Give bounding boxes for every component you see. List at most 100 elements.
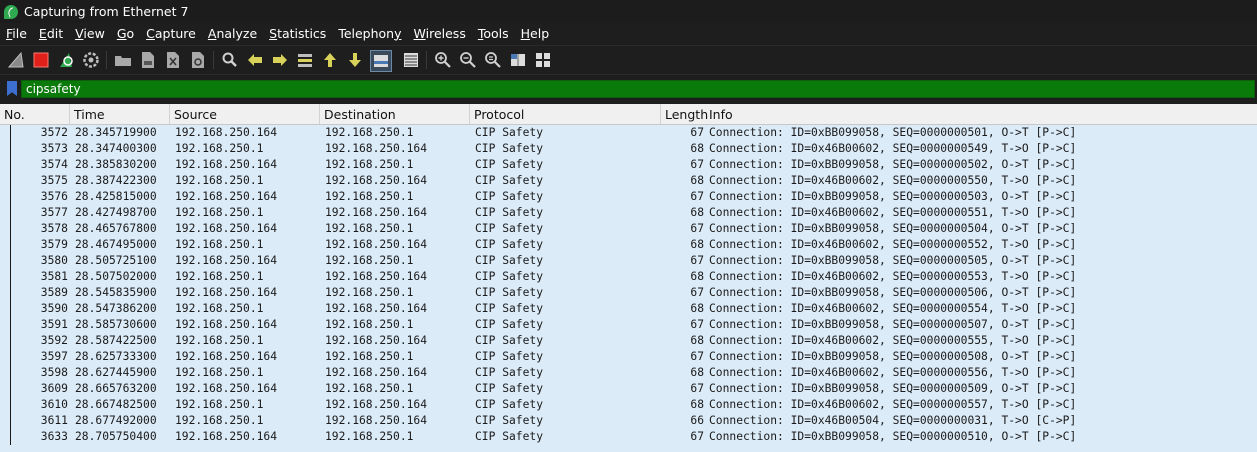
menu-go[interactable]: Go <box>111 26 140 41</box>
normal-size-icon[interactable] <box>483 50 503 70</box>
cell-length: 68 <box>690 142 704 155</box>
related-packet-marker <box>10 221 11 237</box>
menu-edit[interactable]: Edit <box>33 26 69 41</box>
column-header-info[interactable]: Info <box>705 104 1257 124</box>
cell-info: Connection: ID=0x46B00504, SEQ=000000003… <box>709 414 1077 427</box>
table-row[interactable]: 3580 28.505725100 192.168.250.164 192.168.2… <box>0 253 1257 269</box>
column-header-destination[interactable]: Destination <box>320 104 470 124</box>
table-row[interactable]: 3633 28.705750400 192.168.250.164 192.168.2… <box>0 429 1257 445</box>
cell-length: 67 <box>690 318 704 331</box>
cell-length: 67 <box>690 222 704 235</box>
cell-time: 28.427498700 <box>75 206 157 219</box>
cell-info: Connection: ID=0x46B00602, SEQ=000000055… <box>709 366 1077 379</box>
column-header-source[interactable]: Source <box>170 104 320 124</box>
menu-wireless[interactable]: Wireless <box>408 26 472 41</box>
table-row[interactable]: 3591 28.585730600 192.168.250.164 192.168.2… <box>0 317 1257 333</box>
cell-no: 3576 <box>40 190 68 203</box>
table-row[interactable]: 3575 28.387422300 192.168.250.1 192.168.250… <box>0 173 1257 189</box>
cell-destination: 192.168.250.1 <box>325 286 414 299</box>
table-row[interactable]: 3590 28.547386200 192.168.250.1 192.168.250… <box>0 301 1257 317</box>
menu-statistics[interactable]: Statistics <box>263 26 332 41</box>
menu-file[interactable]: File <box>0 26 33 41</box>
go-to-packet-icon[interactable] <box>295 50 315 70</box>
display-filter-input[interactable] <box>21 80 1255 98</box>
open-folder-icon[interactable] <box>113 50 133 70</box>
cell-protocol: CIP Safety <box>475 318 544 331</box>
cell-no: 3574 <box>40 158 68 171</box>
cell-destination: 192.168.250.164 <box>325 206 428 219</box>
cell-time: 28.625733300 <box>75 350 157 363</box>
cell-no: 3577 <box>40 206 68 219</box>
colorize-icon[interactable] <box>401 50 421 70</box>
table-row[interactable]: 3578 28.465767800 192.168.250.164 192.168.2… <box>0 221 1257 237</box>
related-packet-marker <box>10 285 11 301</box>
cell-protocol: CIP Safety <box>475 254 544 267</box>
cell-destination: 192.168.250.1 <box>325 158 414 171</box>
table-row[interactable]: 3579 28.467495000 192.168.250.1 192.168.250… <box>0 237 1257 253</box>
cell-no: 3572 <box>40 126 68 139</box>
go-back-arrow-icon[interactable] <box>245 50 265 70</box>
cell-info: Connection: ID=0x46B00602, SEQ=000000055… <box>709 334 1077 347</box>
close-file-icon[interactable] <box>163 50 183 70</box>
table-row[interactable]: 3581 28.507502000 192.168.250.1 192.168.250… <box>0 269 1257 285</box>
table-row[interactable]: 3574 28.385830200 192.168.250.164 192.168.2… <box>0 157 1257 173</box>
table-row[interactable]: 3611 28.677492000 192.168.250.1 192.168.250… <box>0 413 1257 429</box>
zoom-in-icon[interactable] <box>433 50 453 70</box>
cell-info: Connection: ID=0x46B00602, SEQ=000000054… <box>709 142 1077 155</box>
table-row[interactable]: 3589 28.545835900 192.168.250.164 192.168.2… <box>0 285 1257 301</box>
table-row[interactable]: 3610 28.667482500 192.168.250.1 192.168.250… <box>0 397 1257 413</box>
table-row[interactable]: 3576 28.425815000 192.168.250.164 192.168.2… <box>0 189 1257 205</box>
go-to-last-packet-icon[interactable] <box>345 50 365 70</box>
menu-capture[interactable]: Capture <box>140 26 202 41</box>
cell-destination: 192.168.250.164 <box>325 366 428 379</box>
zoom-out-icon[interactable] <box>458 50 478 70</box>
cell-source: 192.168.250.1 <box>175 414 264 427</box>
cell-destination: 192.168.250.1 <box>325 430 414 443</box>
related-packet-marker <box>10 237 11 253</box>
cell-info: Connection: ID=0x46B00602, SEQ=000000055… <box>709 174 1077 187</box>
related-packet-marker <box>10 365 11 381</box>
cell-time: 28.627445900 <box>75 366 157 379</box>
cell-info: Connection: ID=0x46B00602, SEQ=000000055… <box>709 238 1077 251</box>
cell-info: Connection: ID=0xBB099058, SEQ=000000051… <box>709 430 1077 443</box>
cell-source: 192.168.250.1 <box>175 142 264 155</box>
stop-capture-icon[interactable] <box>31 50 51 70</box>
restart-capture-icon[interactable] <box>56 50 76 70</box>
column-header-protocol[interactable]: Protocol <box>470 104 661 124</box>
table-row[interactable]: 3577 28.427498700 192.168.250.1 192.168.250… <box>0 205 1257 221</box>
layout-icon[interactable] <box>533 50 553 70</box>
shark-fin-start-icon[interactable] <box>6 50 26 70</box>
go-forward-arrow-icon[interactable] <box>270 50 290 70</box>
go-to-first-packet-icon[interactable] <box>320 50 340 70</box>
cell-source: 192.168.250.164 <box>175 350 278 363</box>
cell-source: 192.168.250.164 <box>175 318 278 331</box>
auto-scroll-icon[interactable] <box>370 50 392 72</box>
cell-info: Connection: ID=0xBB099058, SEQ=000000050… <box>709 222 1077 235</box>
table-row[interactable]: 3573 28.347400300 192.168.250.1 192.168.250… <box>0 141 1257 157</box>
save-file-icon[interactable] <box>138 50 158 70</box>
column-header-no[interactable]: No. <box>0 104 70 124</box>
packet-list: No. Time Source Destination Protocol Len… <box>0 104 1257 452</box>
table-row[interactable]: 3597 28.625733300 192.168.250.164 192.168.2… <box>0 349 1257 365</box>
reload-file-icon[interactable] <box>188 50 208 70</box>
menu-help[interactable]: Help <box>515 26 556 41</box>
menu-view[interactable]: View <box>69 26 111 41</box>
cell-source: 192.168.250.164 <box>175 190 278 203</box>
table-row[interactable]: 3592 28.587422500 192.168.250.1 192.168.250… <box>0 333 1257 349</box>
column-header-length[interactable]: Length <box>661 104 708 124</box>
resize-columns-icon[interactable] <box>508 50 528 70</box>
find-packet-icon[interactable] <box>220 50 240 70</box>
menu-analyze[interactable]: Analyze <box>202 26 263 41</box>
column-header-time[interactable]: Time <box>70 104 170 124</box>
menu-tools[interactable]: Tools <box>472 26 515 41</box>
table-row[interactable]: 3609 28.665763200 192.168.250.164 192.168.2… <box>0 381 1257 397</box>
table-row[interactable]: 3572 28.345719900 192.168.250.164 192.168.2… <box>0 125 1257 141</box>
cell-source: 192.168.250.1 <box>175 398 264 411</box>
capture-options-gear-icon[interactable] <box>81 50 101 70</box>
filter-bookmark-icon[interactable] <box>7 81 17 96</box>
cell-no: 3592 <box>40 334 68 347</box>
menu-telephony[interactable]: Telephony <box>332 26 407 41</box>
table-row[interactable]: 3598 28.627445900 192.168.250.1 192.168.250… <box>0 365 1257 381</box>
cell-length: 67 <box>690 430 704 443</box>
cell-time: 28.507502000 <box>75 270 157 283</box>
